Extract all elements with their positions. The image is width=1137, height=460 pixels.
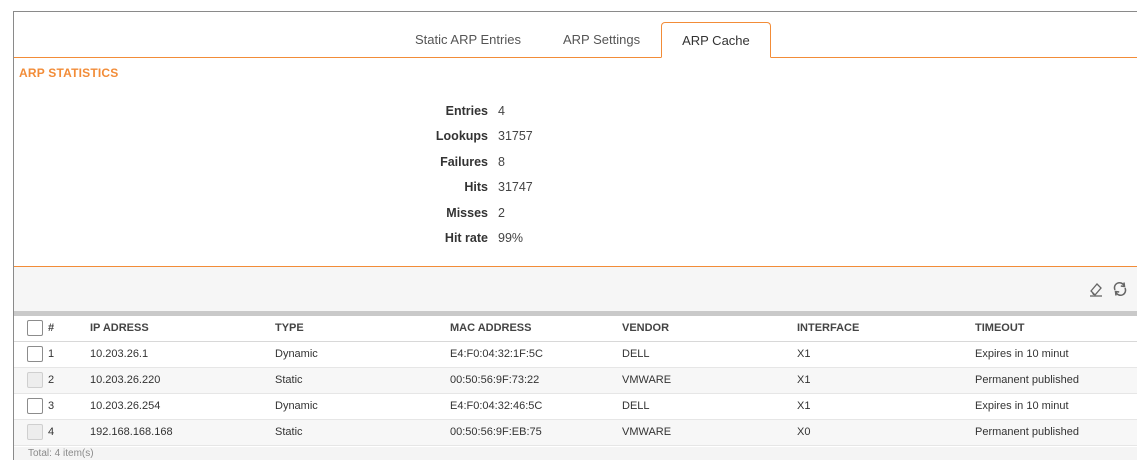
cell-timeout: Expires in 10 minut: [975, 393, 1137, 420]
column-header-type[interactable]: TYPE: [275, 316, 450, 342]
stat-value: 99%: [498, 231, 524, 246]
stat-label: Misses: [446, 205, 488, 220]
table-row[interactable]: 2 10.203.26.220 Static 00:50:56:9F:73:22…: [14, 367, 1137, 394]
select-all-checkbox[interactable]: [27, 320, 43, 337]
row-checkbox-cell: [14, 393, 48, 420]
cell-number: 3: [48, 393, 90, 420]
select-all-cell: [14, 316, 48, 342]
cell-interface: X1: [797, 341, 975, 368]
cell-interface: X0: [797, 419, 975, 446]
tab-static-arp-entries[interactable]: Static ARP Entries: [394, 22, 542, 57]
tab-underline: [14, 57, 1137, 58]
row-checkbox: [27, 372, 43, 388]
arp-cache-table: # IP ADRESS TYPE MAC ADDRESS VENDOR INTE…: [14, 316, 1137, 446]
stat-row-hit-rate: Hit rate 99%: [380, 226, 533, 252]
cell-interface: X1: [797, 393, 975, 420]
eraser-icon[interactable]: [1087, 280, 1105, 298]
table-row[interactable]: 4 192.168.168.168 Static 00:50:56:9F:EB:…: [14, 419, 1137, 446]
frame-top-border: [13, 11, 1137, 12]
stat-label: Failures: [440, 154, 488, 169]
tab-arp-settings[interactable]: ARP Settings: [542, 22, 661, 57]
row-checkbox-cell: [14, 367, 48, 394]
cell-ip: 10.203.26.254: [90, 393, 275, 420]
column-header-timeout[interactable]: TIMEOUT: [975, 316, 1137, 342]
cell-number: 2: [48, 367, 90, 394]
stat-row-hits: Hits 31747: [380, 175, 533, 201]
stat-label: Hits: [464, 180, 488, 195]
cell-timeout: Permanent published: [975, 367, 1137, 394]
column-header-interface[interactable]: INTERFACE: [797, 316, 975, 342]
row-checkbox-cell: [14, 341, 48, 368]
column-header-mac[interactable]: MAC ADDRESS: [450, 316, 622, 342]
stat-value: 2: [498, 205, 505, 220]
cell-interface: X1: [797, 367, 975, 394]
cell-ip: 192.168.168.168: [90, 419, 275, 446]
table-toolbar: [14, 267, 1137, 311]
stat-value: 31757: [498, 129, 533, 144]
cell-vendor: DELL: [622, 393, 797, 420]
stat-value: 8: [498, 154, 505, 169]
stat-row-misses: Misses 2: [380, 200, 533, 226]
cell-type: Dynamic: [275, 393, 450, 420]
stat-value: 31747: [498, 180, 533, 195]
cell-vendor: DELL: [622, 341, 797, 368]
cell-number: 4: [48, 419, 90, 446]
stat-label: Lookups: [435, 129, 488, 144]
cell-mac: 00:50:56:9F:EB:75: [450, 419, 622, 446]
cell-number: 1: [48, 341, 90, 368]
stat-label: Entries: [445, 103, 488, 118]
tab-arp-cache[interactable]: ARP Cache: [661, 22, 771, 58]
arp-statistics: Entries 4 Lookups 31757 Failures 8 Hits …: [380, 98, 533, 251]
cell-mac: E4:F0:04:32:1F:5C: [450, 341, 622, 368]
row-checkbox: [27, 424, 43, 440]
cell-ip: 10.203.26.1: [90, 341, 275, 368]
stat-label: Hit rate: [444, 231, 488, 246]
row-checkbox[interactable]: [27, 346, 43, 362]
cell-vendor: VMWARE: [622, 419, 797, 446]
cell-type: Static: [275, 419, 450, 446]
stat-value: 4: [498, 103, 505, 118]
cell-type: Static: [275, 367, 450, 394]
column-header-ip[interactable]: IP ADRESS: [90, 316, 275, 342]
cell-mac: 00:50:56:9F:73:22: [450, 367, 622, 394]
tab-bar: Static ARP Entries ARP Settings ARP Cach…: [394, 22, 771, 58]
stat-row-lookups: Lookups 31757: [380, 124, 533, 150]
table-footer: Total: 4 item(s): [14, 447, 1137, 460]
table-header-row: # IP ADRESS TYPE MAC ADDRESS VENDOR INTE…: [14, 316, 1137, 342]
cell-type: Dynamic: [275, 341, 450, 368]
table-row[interactable]: 3 10.203.26.254 Dynamic E4:F0:04:32:46:5…: [14, 393, 1137, 420]
row-checkbox[interactable]: [27, 398, 43, 414]
column-header-number[interactable]: #: [48, 316, 90, 342]
cell-timeout: Permanent published: [975, 419, 1137, 446]
cell-ip: 10.203.26.220: [90, 367, 275, 394]
stat-row-entries: Entries 4: [380, 98, 533, 124]
section-title: ARP STATISTICS: [19, 66, 119, 80]
cell-timeout: Expires in 10 minut: [975, 341, 1137, 368]
cell-vendor: VMWARE: [622, 367, 797, 394]
column-header-vendor[interactable]: VENDOR: [622, 316, 797, 342]
refresh-icon[interactable]: [1111, 280, 1129, 298]
stat-row-failures: Failures 8: [380, 149, 533, 175]
table-row[interactable]: 1 10.203.26.1 Dynamic E4:F0:04:32:1F:5C …: [14, 341, 1137, 368]
cell-mac: E4:F0:04:32:46:5C: [450, 393, 622, 420]
row-checkbox-cell: [14, 419, 48, 446]
